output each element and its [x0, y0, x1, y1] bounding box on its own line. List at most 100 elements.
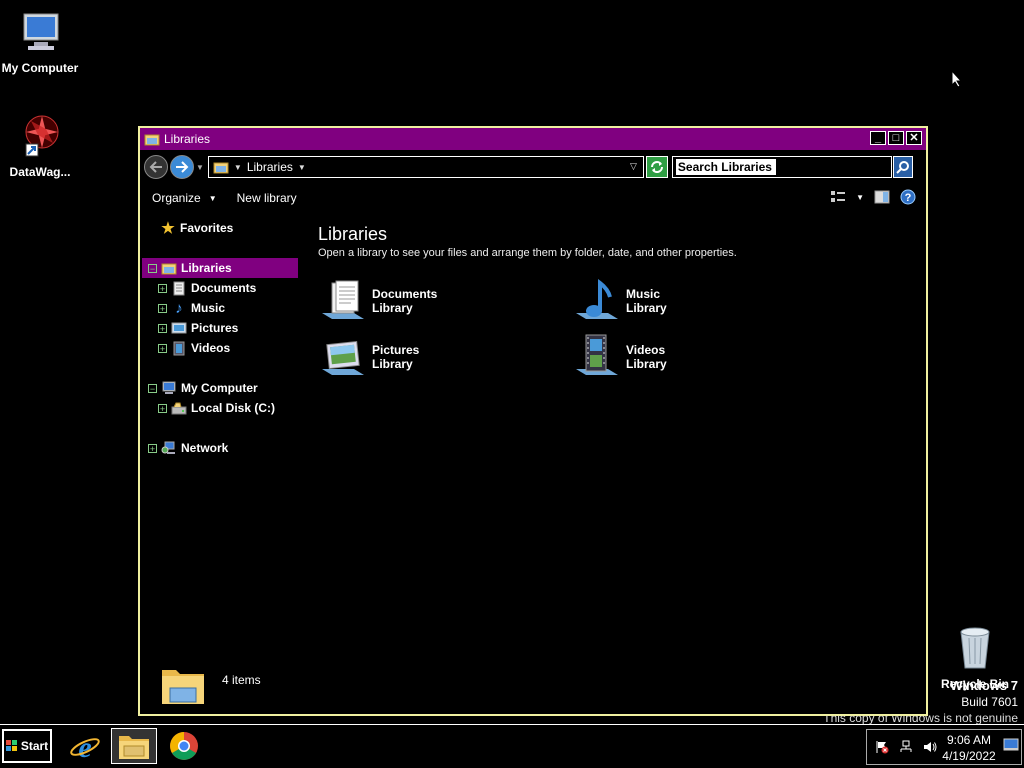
expand-icon[interactable]: + [158, 303, 167, 313]
svg-text:?: ? [905, 192, 912, 204]
libraries-icon [213, 162, 229, 174]
nav-label: My Computer [181, 381, 258, 395]
nav-my-computer[interactable]: − My Computer [142, 378, 298, 398]
computer-icon [23, 13, 59, 50]
collapse-icon[interactable]: − [148, 383, 157, 393]
start-label: Start [20, 739, 49, 753]
nav-network[interactable]: + Network [142, 438, 298, 458]
clock-time: 9:06 AM [946, 733, 992, 747]
preview-pane-icon[interactable] [874, 190, 890, 204]
show-desktop-icon[interactable] [1003, 738, 1019, 755]
nav-pictures[interactable]: + Pictures [142, 318, 298, 338]
breadcrumb-chevron-icon[interactable]: ▼ [234, 163, 242, 172]
chrome-icon [170, 732, 198, 760]
search-input[interactable] [675, 159, 776, 175]
help-icon[interactable]: ? [900, 189, 916, 205]
change-view-icon[interactable] [830, 190, 846, 204]
library-name: Documents [372, 287, 438, 301]
picture-icon [171, 320, 187, 336]
explorer-window[interactable]: Libraries _ □ ✕ ▼ ▼ Libraries ▼ ▽ Search… [138, 126, 928, 716]
taskbar-chrome[interactable] [161, 728, 207, 764]
window-titlebar[interactable]: Libraries _ □ ✕ [140, 128, 926, 150]
datawag-icon [25, 115, 59, 157]
refresh-button[interactable] [645, 156, 668, 178]
expand-icon[interactable]: + [158, 323, 167, 333]
search-button[interactable] [892, 156, 913, 178]
search-box[interactable] [671, 156, 892, 178]
expand-icon[interactable]: + [148, 443, 157, 453]
library-item-documents[interactable]: Documents Library [318, 276, 548, 326]
nav-label: Favorites [180, 221, 234, 235]
nav-label: Libraries [181, 261, 232, 275]
back-button[interactable] [144, 155, 168, 179]
library-item-videos[interactable]: Videos Library [572, 332, 802, 382]
library-type: Library [626, 357, 667, 371]
nav-label: Documents [191, 281, 257, 295]
windows-logo-icon [5, 740, 17, 751]
minimize-button[interactable]: _ [870, 131, 886, 145]
content-description: Open a library to see your files and arr… [318, 247, 737, 259]
recent-pages-dropdown[interactable]: ▼ [196, 163, 204, 172]
nav-label: Music [191, 301, 226, 315]
address-box[interactable]: ▼ Libraries ▼ ▽ [207, 156, 644, 178]
start-button[interactable]: Start [2, 729, 52, 763]
nav-label: Videos [191, 341, 231, 355]
clock-date: 4/19/2022 [942, 749, 996, 763]
address-history-dropdown[interactable]: ▽ [630, 161, 637, 172]
nav-music[interactable]: + ♪ Music [142, 298, 298, 318]
item-count: 4 items [222, 673, 261, 687]
refresh-icon [650, 161, 663, 173]
desktop-icon-datawag[interactable]: DataWag... [0, 112, 80, 179]
expand-icon[interactable]: + [158, 343, 167, 353]
taskbar-windows-explorer[interactable] [111, 728, 157, 764]
collapse-icon[interactable]: − [148, 263, 157, 273]
nav-label: Network [181, 441, 229, 455]
nav-documents[interactable]: + Documents [142, 278, 298, 298]
star-icon: ★ [161, 220, 175, 237]
taskbar-internet-explorer[interactable]: e [62, 728, 108, 764]
breadcrumb-libraries[interactable]: Libraries [247, 160, 293, 174]
breadcrumb-chevron-icon[interactable]: ▼ [298, 163, 306, 172]
film-icon [171, 340, 187, 356]
content-title: Libraries [318, 224, 388, 244]
library-name: Videos [626, 343, 666, 357]
search-icon [896, 161, 909, 174]
desktop-icon-label: My Computer [1, 61, 79, 75]
library-name: Pictures [372, 343, 420, 357]
forward-button[interactable] [170, 155, 194, 179]
nav-libraries[interactable]: − Libraries [142, 258, 298, 278]
folder-icon [119, 736, 149, 759]
nav-favorites[interactable]: ★ Favorites [142, 218, 298, 238]
documents-library-icon [322, 280, 364, 319]
desktop-icon-my-computer[interactable]: My Computer [0, 8, 80, 75]
expand-icon[interactable]: + [158, 403, 167, 413]
library-item-pictures[interactable]: Pictures Library [318, 332, 548, 382]
clock[interactable]: 9:06 AM 4/19/2022 [939, 732, 999, 764]
notification-area: 9:06 AM 4/19/2022 [866, 729, 1022, 765]
view-options-dropdown[interactable]: ▼ [856, 193, 864, 202]
svg-text:e: e [78, 731, 91, 762]
nav-local-disk[interactable]: + Local Disk (C:) [142, 398, 298, 418]
library-type: Library [626, 301, 667, 315]
close-button[interactable]: ✕ [906, 131, 922, 145]
taskbar: Start e 9:06 AM 4/19/2022 [0, 724, 1024, 768]
maximize-button[interactable]: □ [888, 131, 904, 145]
volume-icon[interactable] [921, 739, 939, 755]
libraries-folder-icon [162, 670, 204, 704]
expand-icon[interactable]: + [158, 283, 167, 293]
recycle-bin-icon [960, 627, 990, 669]
library-type: Library [372, 301, 413, 315]
new-library-button[interactable]: New library [237, 191, 297, 205]
music-note-icon: ♪ [175, 299, 183, 317]
organize-button[interactable]: Organize ▼ [152, 191, 217, 205]
nav-videos[interactable]: + Videos [142, 338, 298, 358]
libraries-icon [144, 134, 160, 146]
pictures-library-icon [322, 340, 364, 375]
organize-label: Organize [152, 191, 201, 205]
library-item-music[interactable]: Music Library [572, 276, 802, 326]
action-center-flag-icon[interactable] [873, 739, 891, 755]
library-name: Music [626, 287, 661, 301]
content-pane: Libraries Open a library to see your fil… [318, 224, 918, 375]
hard-drive-icon [171, 400, 187, 416]
network-status-icon[interactable] [897, 739, 915, 755]
